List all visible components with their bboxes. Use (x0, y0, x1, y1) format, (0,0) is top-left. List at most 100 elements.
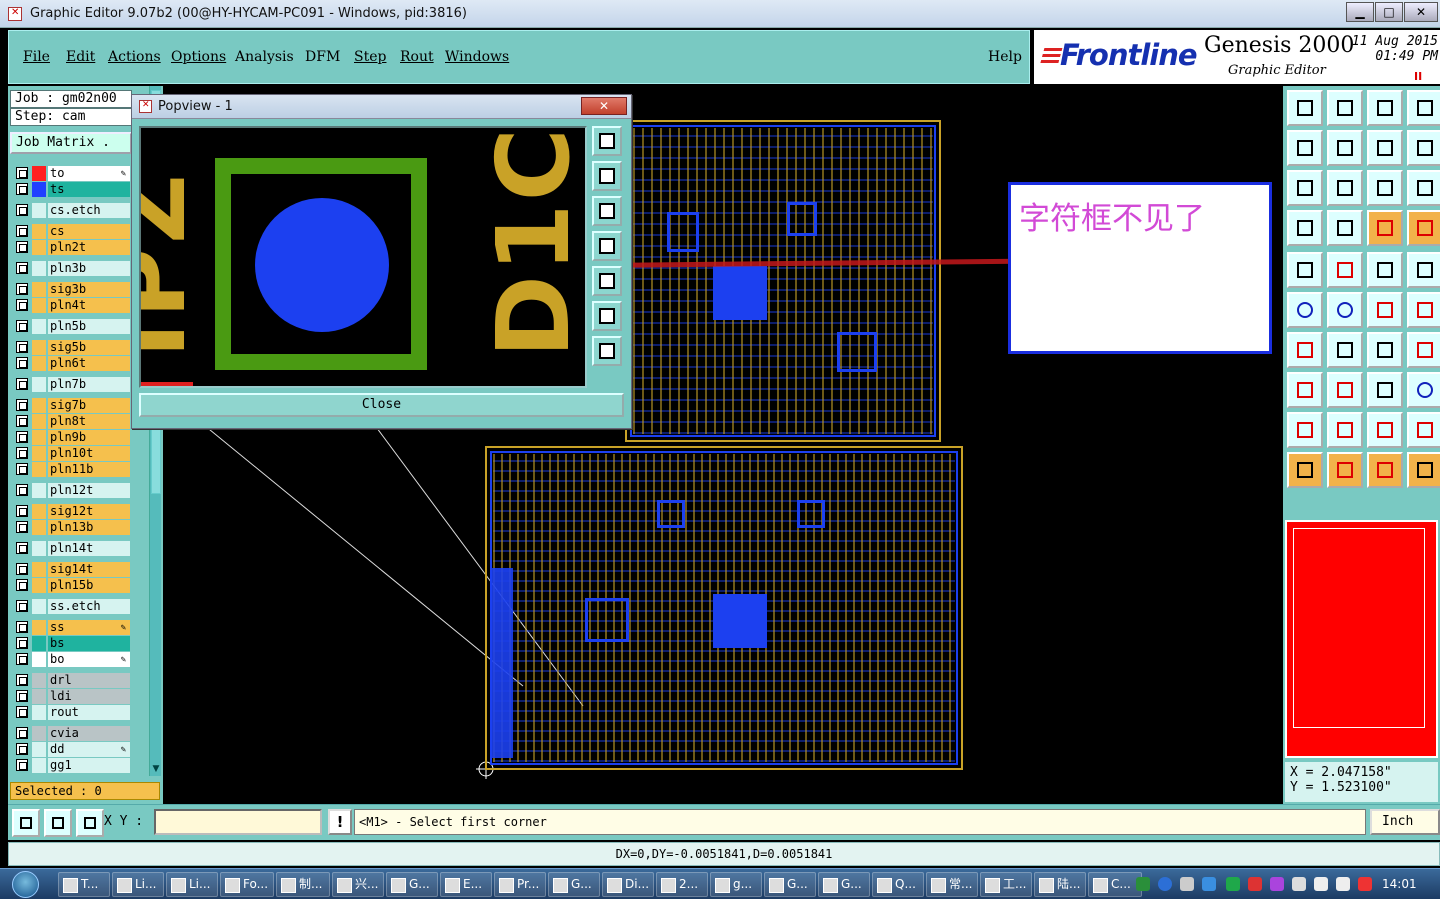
layer-checkbox[interactable] (16, 637, 28, 649)
layer-color-swatch[interactable] (32, 377, 46, 392)
layer-row-pln14t[interactable]: pln14t (12, 541, 132, 556)
display-tray-icon[interactable] (1314, 877, 1328, 891)
layer-color-swatch[interactable] (32, 599, 46, 614)
layer-checkbox[interactable] (16, 484, 28, 496)
taskbar-item[interactable]: E... (440, 872, 492, 897)
taskbar-item[interactable]: Li... (166, 872, 218, 897)
layer-row-sig14t[interactable]: sig14t (12, 562, 132, 577)
layer-name[interactable]: pln2t (48, 240, 130, 255)
layer-checkbox[interactable] (16, 357, 28, 369)
layer-row-pln11b[interactable]: pln11b (12, 462, 132, 477)
layer-row-pln8t[interactable]: pln8t (12, 414, 132, 429)
grid-icon[interactable] (1407, 90, 1440, 126)
layer-checkbox[interactable] (16, 759, 28, 771)
layer-color-swatch[interactable] (32, 483, 46, 498)
measure-icon[interactable] (1367, 372, 1403, 408)
menu-step[interactable]: Step (354, 49, 386, 65)
layer-name[interactable]: pln13b (48, 520, 130, 535)
layer-name[interactable]: cvia (48, 726, 130, 741)
app-tray-icon-2[interactable] (1226, 877, 1240, 891)
layer-color-swatch[interactable] (32, 726, 46, 741)
taskbar-item[interactable]: 2... (656, 872, 708, 897)
layer-color-swatch[interactable] (32, 673, 46, 688)
layer-name[interactable]: sig12t (48, 504, 130, 519)
app-tray-icon-3[interactable] (1248, 877, 1262, 891)
zoom-home-icon[interactable] (1287, 90, 1323, 126)
taskbar-item[interactable]: 工... (980, 872, 1032, 897)
layer-color-swatch[interactable] (32, 462, 46, 477)
layer-color-swatch[interactable] (32, 261, 46, 276)
layer-color-swatch[interactable] (32, 705, 46, 720)
units-selector[interactable]: Inch (1370, 809, 1440, 835)
menu-rout[interactable]: Rout (400, 49, 434, 65)
layer-name[interactable]: to ✎ (48, 166, 130, 181)
layer-name[interactable]: pln6t (48, 356, 130, 371)
taskbar-item[interactable]: Di... (602, 872, 654, 897)
layer-color-swatch[interactable] (32, 298, 46, 313)
angle-icon[interactable] (1287, 332, 1323, 368)
layer-row-to[interactable]: to ✎ (12, 166, 132, 181)
minus-icon[interactable] (1327, 372, 1363, 408)
layer-checkbox[interactable] (16, 299, 28, 311)
circle-icon[interactable] (1407, 252, 1440, 288)
layer-color-swatch[interactable] (32, 504, 46, 519)
layer-name[interactable]: pln11b (48, 462, 130, 477)
layer-name[interactable]: sig3b (48, 282, 130, 297)
app-tray-icon-5[interactable] (1292, 877, 1306, 891)
menu-dfm[interactable]: DFM (305, 49, 340, 65)
layer-row-pln5b[interactable]: pln5b (12, 319, 132, 334)
maximize-button[interactable]: □ (1375, 2, 1403, 22)
layer-row-pln10t[interactable]: pln10t (12, 446, 132, 461)
layer-name[interactable]: sig5b (48, 340, 130, 355)
layer-color-swatch[interactable] (32, 282, 46, 297)
layer-name[interactable]: pln3b (48, 261, 130, 276)
clock[interactable]: 14:01 (1382, 877, 1417, 891)
layer-row-ss-etch[interactable]: ss.etch (12, 599, 132, 614)
pad-icon[interactable] (1287, 252, 1323, 288)
layer-row-cs[interactable]: cs (12, 224, 132, 239)
layer-row-ts[interactable]: ts (12, 182, 132, 197)
layer-color-swatch[interactable] (32, 430, 46, 445)
layer-checkbox[interactable] (16, 415, 28, 427)
menu-help[interactable]: Help (988, 49, 1022, 65)
layer-checkbox[interactable] (16, 463, 28, 475)
pin-icon[interactable] (1327, 210, 1363, 246)
layer-color-swatch[interactable] (32, 224, 46, 239)
execute-button[interactable]: ! (328, 809, 352, 835)
layer-row-pln15b[interactable]: pln15b (12, 578, 132, 593)
popview-close-button[interactable]: Close (139, 393, 624, 417)
net-icon[interactable] (1367, 210, 1403, 246)
zoom-fit-icon[interactable] (592, 301, 622, 331)
select-arrow-icon[interactable] (1287, 452, 1323, 488)
layer-name[interactable]: ss ✎ (48, 620, 130, 635)
layer-checkbox[interactable] (16, 320, 28, 332)
layer-name[interactable]: drl (48, 673, 130, 688)
app-tray-icon-4[interactable] (1270, 877, 1284, 891)
swap-icon[interactable] (1367, 130, 1403, 166)
scroll-down-icon[interactable]: ▼ (151, 764, 161, 776)
taskbar-item[interactable]: Fo... (220, 872, 274, 897)
pan-left-icon[interactable] (1287, 130, 1323, 166)
layer-name[interactable]: sig7b (48, 398, 130, 413)
select-net-icon[interactable] (1407, 452, 1440, 488)
layer-name[interactable]: dd ✎ (48, 742, 130, 757)
taskbar-item[interactable]: Pr... (494, 872, 546, 897)
grid-tool-icon[interactable] (76, 809, 104, 837)
taskbar-item[interactable]: G... (818, 872, 870, 897)
layer-row-dd[interactable]: dd ✎ (12, 742, 132, 757)
help-icon[interactable] (1407, 170, 1440, 206)
layer-row-pln3b[interactable]: pln3b (12, 261, 132, 276)
layer-checkbox[interactable] (16, 521, 28, 533)
minimize-button[interactable]: ▁ (1346, 2, 1374, 22)
text-a2-icon[interactable] (1327, 412, 1363, 448)
help-tray-icon[interactable] (1158, 877, 1172, 891)
text-a4-icon[interactable] (1407, 412, 1440, 448)
layer-name[interactable]: pln8t (48, 414, 130, 429)
edit-shape-icon[interactable] (1327, 252, 1363, 288)
pan-left-icon[interactable] (592, 231, 622, 261)
layer-checkbox[interactable] (16, 283, 28, 295)
zoom-center-icon[interactable] (1327, 170, 1363, 206)
layer-name[interactable]: cs.etch (48, 203, 130, 218)
taskbar-item[interactable]: 制... (276, 872, 330, 897)
pause-indicator[interactable]: II (1414, 70, 1422, 83)
